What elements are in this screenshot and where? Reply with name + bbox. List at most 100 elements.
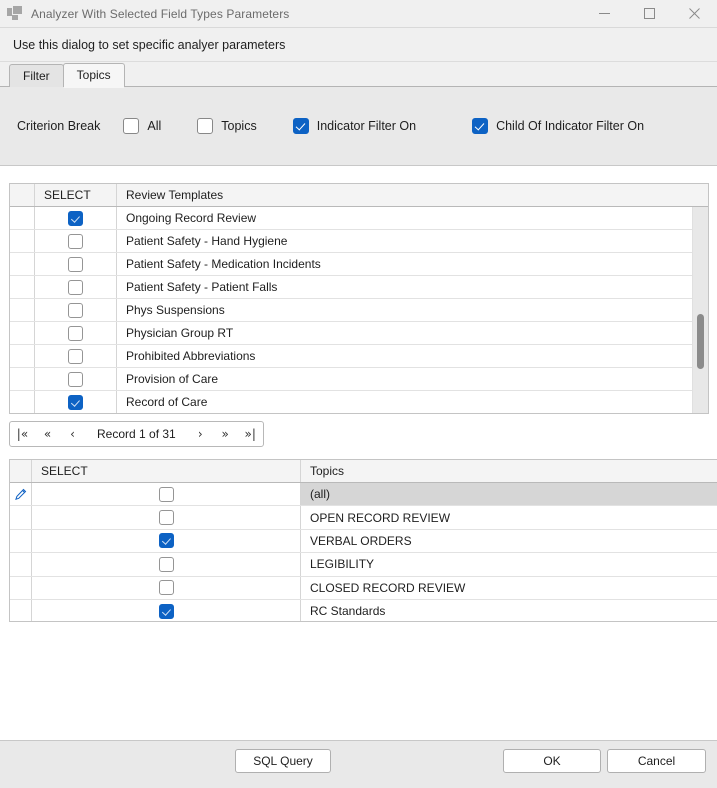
checkbox-group-topics[interactable]: Topics xyxy=(197,118,257,134)
row-select-checkbox[interactable] xyxy=(68,348,83,364)
checkbox-all[interactable] xyxy=(123,118,140,134)
row-topic-name: VERBAL ORDERS xyxy=(310,533,412,548)
row-select-cell[interactable] xyxy=(35,276,117,298)
table-row[interactable]: Patient Safety - Hand Hygiene xyxy=(10,230,708,253)
row-select-checkbox[interactable] xyxy=(158,580,174,596)
table-row[interactable]: VERBAL ORDERS xyxy=(10,529,717,554)
close-icon[interactable] xyxy=(672,0,717,27)
checkbox-indicator-filter-on[interactable] xyxy=(292,118,309,134)
row-select-checkbox[interactable] xyxy=(68,256,83,272)
tab-topics[interactable]: Topics xyxy=(62,63,125,88)
column-header-review-templates[interactable]: Review Templates xyxy=(117,184,708,206)
title-bar: Analyzer With Selected Field Types Param… xyxy=(0,0,717,28)
row-template-name: Patient Safety - Patient Falls xyxy=(117,276,708,298)
window-controls xyxy=(582,0,717,27)
table-row[interactable]: Prohibited Abbreviations xyxy=(10,345,708,368)
topics-grid[interactable]: SELECT Topics (all) OPEN RECORD REVIEW V… xyxy=(9,459,717,622)
row-select-cell[interactable] xyxy=(35,368,117,390)
cancel-button[interactable]: Cancel xyxy=(607,749,706,773)
checkbox-topics[interactable] xyxy=(197,118,214,134)
row-select-cell[interactable] xyxy=(32,599,301,621)
row-select-checkbox[interactable] xyxy=(158,510,174,526)
row-select-cell[interactable] xyxy=(32,483,301,506)
table-row[interactable]: Phys Suspensions xyxy=(10,299,708,322)
row-indicator xyxy=(10,276,35,298)
table-row[interactable]: CLOSED RECORD REVIEW xyxy=(10,576,717,600)
row-template-name: Physician Group RT xyxy=(117,322,708,344)
table-row[interactable]: OPEN RECORD REVIEW xyxy=(10,506,717,530)
row-select-checkbox[interactable] xyxy=(158,533,174,549)
row-select-checkbox[interactable] xyxy=(158,486,174,502)
ok-button[interactable]: OK xyxy=(503,749,601,773)
row-select-checkbox[interactable] xyxy=(68,394,83,410)
checkbox-all-label: All xyxy=(147,119,162,133)
table-row[interactable]: Provision of Care xyxy=(10,368,708,391)
row-select-cell[interactable] xyxy=(32,529,301,553)
row-select-cell[interactable] xyxy=(32,553,301,576)
column-header-select[interactable]: SELECT xyxy=(35,184,117,206)
checkbox-group-indicator-filter-on[interactable]: Indicator Filter On xyxy=(292,118,416,134)
row-indicator xyxy=(10,506,32,529)
tab-page-topics: Criterion Break All Topics Indicator Fil… xyxy=(0,86,717,788)
row-select-checkbox[interactable] xyxy=(68,233,83,249)
dialog-instruction-text: Use this dialog to set specific analyer … xyxy=(13,37,286,52)
row-template-name: Phys Suspensions xyxy=(117,299,708,321)
row-select-cell[interactable] xyxy=(35,299,117,321)
criterion-break-label: Criterion Break xyxy=(17,119,101,133)
vertical-scrollbar[interactable] xyxy=(692,207,708,413)
nav-first-button[interactable]: |« xyxy=(10,422,35,446)
row-topic-name: OPEN RECORD REVIEW xyxy=(310,510,451,525)
nav-next-button[interactable]: › xyxy=(188,422,213,446)
sql-query-button[interactable]: SQL Query xyxy=(235,749,331,773)
row-select-checkbox[interactable] xyxy=(68,325,83,341)
table-row[interactable]: Ongoing Record Review xyxy=(10,207,708,230)
record-navigator: |« « ‹ Record 1 of 31 › » »| xyxy=(9,421,264,447)
checkbox-group-all[interactable]: All xyxy=(123,118,161,134)
topics-grid-header: SELECT Topics xyxy=(10,460,717,483)
row-select-cell[interactable] xyxy=(35,207,117,229)
row-topic-name: LEGIBILITY xyxy=(310,557,375,572)
row-select-cell[interactable] xyxy=(32,506,301,529)
scrollbar-corner xyxy=(693,184,708,207)
nav-next-page-button[interactable]: » xyxy=(213,422,238,446)
nav-prev-page-button[interactable]: « xyxy=(35,422,60,446)
row-template-name: Provision of Care xyxy=(117,368,708,390)
row-select-checkbox[interactable] xyxy=(158,603,174,619)
review-templates-grid[interactable]: SELECT Review Templates Ongoing Record R… xyxy=(9,183,709,414)
row-select-checkbox[interactable] xyxy=(158,556,174,572)
row-select-checkbox[interactable] xyxy=(68,371,83,387)
table-row[interactable]: Record of Care xyxy=(10,391,708,413)
table-row[interactable]: RC Standards xyxy=(10,599,717,621)
table-row[interactable]: Patient Safety - Medication Incidents xyxy=(10,253,708,276)
table-row[interactable]: Physician Group RT xyxy=(10,322,708,345)
row-indicator xyxy=(10,299,35,321)
maximize-icon[interactable] xyxy=(627,0,672,27)
table-row[interactable]: Patient Safety - Patient Falls xyxy=(10,276,708,299)
row-select-cell[interactable] xyxy=(35,253,117,275)
checkbox-child-of-indicator-filter-on[interactable] xyxy=(472,118,489,134)
table-row[interactable]: (all) xyxy=(10,483,717,507)
column-header-select[interactable]: SELECT xyxy=(32,460,301,482)
column-header-topics[interactable]: Topics xyxy=(301,460,717,482)
tab-filter[interactable]: Filter xyxy=(9,64,64,87)
checkbox-group-child-of-indicator-filter-on[interactable]: Child Of Indicator Filter On xyxy=(472,118,644,134)
minimize-icon[interactable] xyxy=(582,0,627,27)
row-select-checkbox[interactable] xyxy=(68,210,83,226)
row-select-cell[interactable] xyxy=(35,345,117,367)
nav-last-button[interactable]: »| xyxy=(238,422,263,446)
table-row[interactable]: LEGIBILITY xyxy=(10,553,717,577)
row-indicator xyxy=(10,483,32,506)
app-window-icon xyxy=(7,5,23,22)
tab-strip: Filter Topics xyxy=(0,62,717,88)
row-select-cell[interactable] xyxy=(35,230,117,252)
row-select-checkbox[interactable] xyxy=(68,302,83,318)
row-indicator xyxy=(10,529,32,553)
row-select-cell[interactable] xyxy=(35,322,117,344)
review-templates-grid-header: SELECT Review Templates xyxy=(10,184,708,207)
row-indicator xyxy=(10,253,35,275)
nav-prev-button[interactable]: ‹ xyxy=(60,422,85,446)
row-select-cell[interactable] xyxy=(32,576,301,599)
row-select-cell[interactable] xyxy=(35,391,117,413)
row-select-checkbox[interactable] xyxy=(68,279,83,295)
vertical-scrollbar-thumb[interactable] xyxy=(697,314,704,369)
